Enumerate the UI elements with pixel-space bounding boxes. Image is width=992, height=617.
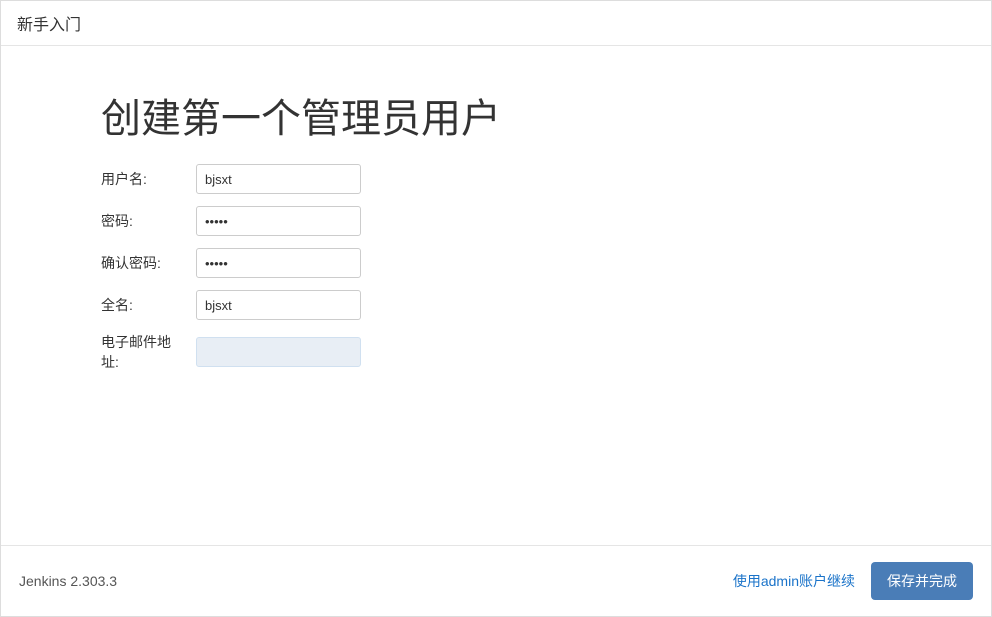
field-row-password: 密码: xyxy=(101,206,991,236)
continue-as-admin-button[interactable]: 使用admin账户继续 xyxy=(733,571,855,591)
fullname-label: 全名: xyxy=(101,295,196,315)
field-row-username: 用户名: xyxy=(101,164,991,194)
header-title: 新手入门 xyxy=(17,17,81,34)
email-input-redacted[interactable] xyxy=(196,337,361,367)
password-input[interactable] xyxy=(196,206,361,236)
main-content: 创建第一个管理员用户 用户名: 密码: 确认密码: 全名: 电子邮件地址: xyxy=(1,46,991,545)
version-text: Jenkins 2.303.3 xyxy=(19,573,117,589)
username-label: 用户名: xyxy=(101,169,196,189)
field-row-confirm-password: 确认密码: xyxy=(101,248,991,278)
fullname-input[interactable] xyxy=(196,290,361,320)
confirm-password-label: 确认密码: xyxy=(101,253,196,273)
footer-bar: Jenkins 2.303.3 使用admin账户继续 保存并完成 xyxy=(1,545,991,616)
save-and-finish-button[interactable]: 保存并完成 xyxy=(871,562,973,600)
field-row-fullname: 全名: xyxy=(101,290,991,320)
page-title: 创建第一个管理员用户 xyxy=(101,86,991,144)
confirm-password-input[interactable] xyxy=(196,248,361,278)
header-bar: 新手入门 xyxy=(1,1,991,46)
setup-wizard-window: 新手入门 创建第一个管理员用户 用户名: 密码: 确认密码: 全名: 电子邮件地… xyxy=(0,0,992,617)
footer-actions: 使用admin账户继续 保存并完成 xyxy=(733,562,973,600)
field-row-email: 电子邮件地址: xyxy=(101,332,991,372)
username-input[interactable] xyxy=(196,164,361,194)
password-label: 密码: xyxy=(101,211,196,231)
email-label: 电子邮件地址: xyxy=(101,332,196,372)
